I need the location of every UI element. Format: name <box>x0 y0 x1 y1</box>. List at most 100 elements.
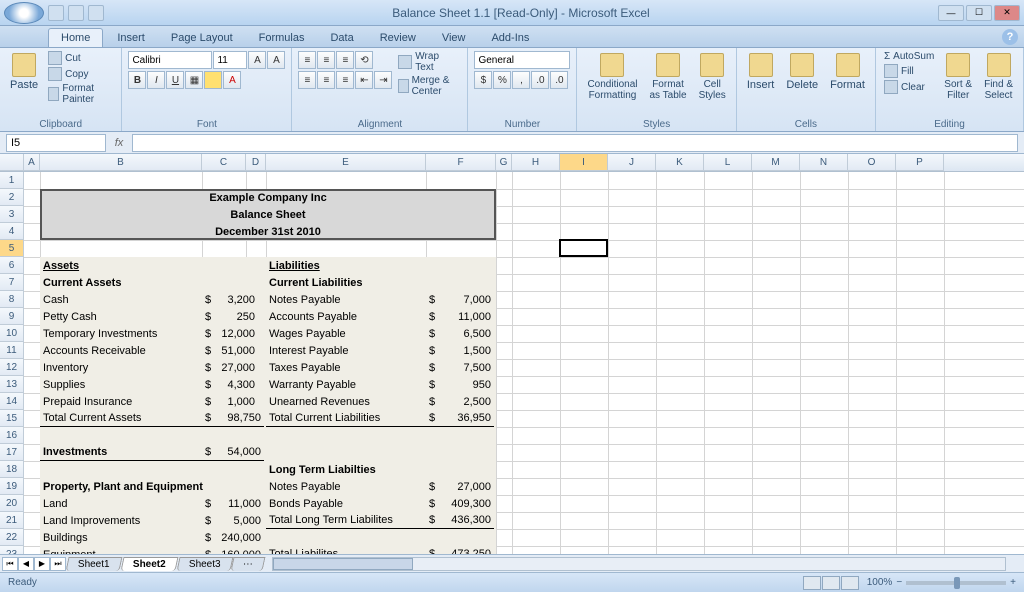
current-assets-header[interactable]: Current Assets <box>40 274 202 291</box>
tcl-cur[interactable]: $ <box>426 410 440 427</box>
liab-val[interactable]: 2,500 <box>440 393 494 410</box>
tab-addins[interactable]: Add-Ins <box>479 29 541 47</box>
align-right-button[interactable]: ≡ <box>336 71 354 89</box>
cut-button[interactable]: Cut <box>46 51 115 65</box>
accounting-format-button[interactable]: $ <box>474 71 492 89</box>
increase-indent-button[interactable]: ⇥ <box>374 71 392 89</box>
liab-label[interactable]: Warranty Payable <box>266 376 426 393</box>
tl-val[interactable]: 473,250 <box>440 546 494 554</box>
row-header-9[interactable]: 9 <box>0 308 24 325</box>
sheet-tab-sheet1[interactable]: Sheet1 <box>66 557 123 571</box>
tab-nav-first[interactable]: ⏮ <box>2 557 18 571</box>
column-header-M[interactable]: M <box>752 154 800 171</box>
ltl-val[interactable]: 27,000 <box>440 478 494 495</box>
row-header-7[interactable]: 7 <box>0 274 24 291</box>
row-header-21[interactable]: 21 <box>0 512 24 529</box>
ppe-label[interactable]: Equipment <box>40 546 202 554</box>
align-bottom-button[interactable]: ≡ <box>336 51 354 69</box>
tcl-val[interactable]: 36,950 <box>440 410 494 427</box>
liab-label[interactable]: Wages Payable <box>266 325 426 342</box>
close-button[interactable]: ✕ <box>994 5 1020 21</box>
comma-format-button[interactable]: , <box>512 71 530 89</box>
tab-view[interactable]: View <box>430 29 478 47</box>
ppe-val[interactable]: 5,000 <box>214 512 264 529</box>
ppe-label[interactable]: Land Improvements <box>40 512 202 529</box>
tca-val[interactable]: 98,750 <box>214 410 264 427</box>
tab-nav-next[interactable]: ▶ <box>34 557 50 571</box>
italic-button[interactable]: I <box>147 71 165 89</box>
font-size-select[interactable]: 11 <box>213 51 247 69</box>
underline-button[interactable]: U <box>166 71 184 89</box>
column-header-N[interactable]: N <box>800 154 848 171</box>
fill-button[interactable]: Fill <box>882 64 936 78</box>
row-header-4[interactable]: 4 <box>0 223 24 240</box>
row-header-6[interactable]: 6 <box>0 257 24 274</box>
ppe-label[interactable]: Buildings <box>40 529 202 546</box>
find-select-button[interactable]: Find & Select <box>980 51 1017 103</box>
ppe-val[interactable]: 240,000 <box>214 529 264 546</box>
normal-view-button[interactable] <box>803 576 821 590</box>
ltl-cur[interactable]: $ <box>426 495 440 512</box>
sheet-date[interactable]: December 31st 2010 <box>40 223 496 240</box>
row-header-8[interactable]: 8 <box>0 291 24 308</box>
liab-label[interactable]: Interest Payable <box>266 342 426 359</box>
minimize-button[interactable]: — <box>938 5 964 21</box>
tab-insert[interactable]: Insert <box>105 29 157 47</box>
font-color-button[interactable]: A <box>223 71 241 89</box>
tl-cur[interactable]: $ <box>426 546 440 554</box>
column-header-J[interactable]: J <box>608 154 656 171</box>
spreadsheet-grid[interactable]: ABCDEFGHIJKLMNOP 12345678910111213141516… <box>0 154 1024 554</box>
liabilities-header[interactable]: Liabilities <box>266 257 426 274</box>
liab-cur[interactable]: $ <box>426 325 440 342</box>
number-format-select[interactable]: General <box>474 51 570 69</box>
column-header-B[interactable]: B <box>40 154 202 171</box>
merge-center-button[interactable]: Merge & Center <box>396 75 461 97</box>
asset-label[interactable]: Temporary Investments <box>40 325 202 342</box>
formula-input[interactable] <box>132 134 1018 152</box>
fill-color-button[interactable] <box>204 71 222 89</box>
column-header-F[interactable]: F <box>426 154 496 171</box>
zoom-level[interactable]: 100% <box>867 577 893 588</box>
column-header-K[interactable]: K <box>656 154 704 171</box>
zoom-out-button[interactable]: − <box>896 577 902 588</box>
row-header-14[interactable]: 14 <box>0 393 24 410</box>
format-cells-button[interactable]: Format <box>826 51 869 93</box>
page-layout-view-button[interactable] <box>822 576 840 590</box>
ppe-val[interactable]: 11,000 <box>214 495 264 512</box>
row-header-1[interactable]: 1 <box>0 172 24 189</box>
tltl-label[interactable]: Total Long Term Liabilites <box>266 512 426 529</box>
asset-label[interactable]: Prepaid Insurance <box>40 393 202 410</box>
align-center-button[interactable]: ≡ <box>317 71 335 89</box>
column-header-O[interactable]: O <box>848 154 896 171</box>
fx-icon[interactable]: fx <box>110 137 128 149</box>
row-header-15[interactable]: 15 <box>0 410 24 427</box>
row-header-12[interactable]: 12 <box>0 359 24 376</box>
asset-label[interactable]: Accounts Receivable <box>40 342 202 359</box>
liab-val[interactable]: 1,500 <box>440 342 494 359</box>
format-as-table-button[interactable]: Format as Table <box>646 51 691 103</box>
liab-cur[interactable]: $ <box>426 291 440 308</box>
current-liabilities-header[interactable]: Current Liabilities <box>266 274 426 291</box>
column-header-A[interactable]: A <box>24 154 40 171</box>
liab-label[interactable]: Accounts Payable <box>266 308 426 325</box>
row-header-17[interactable]: 17 <box>0 444 24 461</box>
row-header-5[interactable]: 5 <box>0 240 24 257</box>
row-header-19[interactable]: 19 <box>0 478 24 495</box>
tab-page-layout[interactable]: Page Layout <box>159 29 245 47</box>
asset-label[interactable]: Inventory <box>40 359 202 376</box>
font-name-select[interactable]: Calibri <box>128 51 212 69</box>
row-header-20[interactable]: 20 <box>0 495 24 512</box>
new-sheet-button[interactable]: ⋯ <box>231 557 266 571</box>
column-header-P[interactable]: P <box>896 154 944 171</box>
ltl-label[interactable]: Notes Payable <box>266 478 426 495</box>
ltl-label[interactable]: Bonds Payable <box>266 495 426 512</box>
border-button[interactable]: ▦ <box>185 71 203 89</box>
delete-cells-button[interactable]: Delete <box>782 51 822 93</box>
company-name[interactable]: Example Company Inc <box>40 189 496 206</box>
asset-value[interactable]: 3,200 <box>214 291 258 308</box>
liab-val[interactable]: 950 <box>440 376 494 393</box>
asset-value[interactable]: 250 <box>214 308 258 325</box>
liab-cur[interactable]: $ <box>426 376 440 393</box>
ltl-header[interactable]: Long Term Liabilties <box>266 461 426 478</box>
ppe-header[interactable]: Property, Plant and Equipment <box>40 478 246 495</box>
